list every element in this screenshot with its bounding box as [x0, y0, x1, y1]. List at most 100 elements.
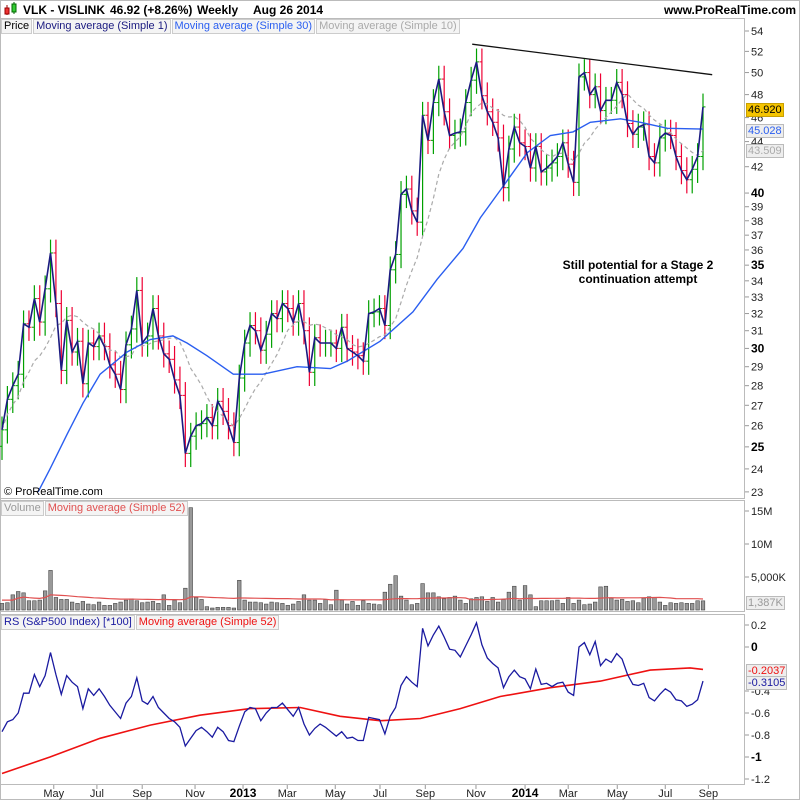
price-bar	[430, 89, 436, 155]
price-axis-label: 37	[751, 230, 763, 242]
price-bar	[188, 422, 194, 468]
copyright: © ProRealTime.com	[4, 486, 103, 498]
volume-bar	[328, 604, 334, 611]
price-bar	[269, 300, 275, 348]
date-axis-label: Mar	[559, 788, 578, 800]
volume-bar	[636, 602, 641, 611]
volume-bar	[80, 601, 85, 611]
price-axis-label: 39	[751, 202, 763, 214]
price-bar	[96, 322, 102, 361]
volume-bar	[323, 599, 328, 611]
date-axis-label: 2014	[512, 786, 539, 800]
price-axis-label: 25	[751, 440, 765, 454]
price-bar	[107, 333, 113, 379]
volume-bar	[609, 597, 614, 611]
volume-bar	[625, 601, 630, 611]
volume-bar	[415, 603, 420, 611]
rs-panel-frame	[0, 614, 745, 785]
volume-bar	[237, 579, 242, 611]
price-axis-label: 34	[751, 276, 763, 288]
rs-axis-label: 0.2	[751, 620, 766, 632]
volume-bar	[690, 603, 695, 611]
legend-volume-ma52[interactable]: Moving average (Simple 52)	[44, 501, 189, 516]
price-bar	[312, 324, 318, 386]
volume-bar	[485, 601, 490, 611]
volume-bar	[129, 598, 134, 611]
volume-bar	[371, 603, 377, 611]
price-axis-label: 27	[751, 400, 763, 412]
volume-bar	[258, 602, 263, 611]
chart-annotation: Still potential for a Stage 2 continuati…	[548, 258, 728, 286]
volume-bar	[668, 602, 673, 611]
volume-bar	[582, 604, 587, 611]
volume-bar	[528, 594, 533, 611]
volume-bar	[620, 599, 625, 611]
price-bar	[123, 331, 129, 404]
date-axis-label: Jul	[90, 788, 104, 800]
volume-bar	[16, 591, 21, 611]
price-bar	[409, 175, 415, 225]
resistance-trendline	[472, 43, 713, 76]
volume-bar	[161, 594, 166, 611]
rs-axis-label: 0	[751, 640, 758, 654]
volume-bar	[107, 605, 112, 611]
volume-bar	[673, 603, 679, 611]
volume-bar	[194, 597, 199, 611]
volume-bar	[495, 601, 501, 611]
legend-price[interactable]: Price	[1, 19, 33, 34]
price-axis-label: 40	[751, 186, 765, 200]
legend-rs-ma52[interactable]: Moving average (Simple 52)	[135, 615, 280, 630]
volume-bar	[576, 599, 582, 611]
date-axis-label: May	[607, 788, 628, 800]
legend-ma30[interactable]: Moving average (Simple 30)	[171, 19, 316, 34]
rs-axis-label: -1	[751, 750, 762, 764]
volume-bar	[140, 602, 145, 611]
price-bar	[85, 329, 91, 398]
volume-bar	[307, 599, 312, 611]
price-axis-label: 33	[751, 292, 763, 304]
volume-bar	[70, 601, 75, 611]
volume-bar	[695, 600, 700, 611]
legend-ma10[interactable]: Moving average (Simple 10)	[316, 19, 460, 34]
volume-bar	[544, 600, 549, 611]
annotation-line-1: Still potential for a Stage 2	[562, 258, 714, 272]
volume-bar	[339, 599, 344, 611]
volume-bar	[91, 604, 96, 611]
volume-bar	[199, 599, 204, 611]
date-axis-label: Sep	[132, 788, 152, 800]
volume-bar	[242, 599, 247, 611]
price-legend: Price Moving average (Simple 1) Moving a…	[1, 19, 461, 34]
volume-bar	[593, 601, 598, 611]
volume-bar	[366, 603, 371, 611]
date-axis-label: Jul	[373, 788, 387, 800]
volume-axis-label: 10M	[751, 539, 772, 551]
price-axis-label: 28	[751, 381, 763, 393]
volume-bar	[253, 601, 258, 611]
legend-volume[interactable]: Volume	[1, 501, 44, 516]
price-bar	[511, 113, 517, 163]
volume-bar	[285, 605, 290, 611]
date-axis-label: Nov	[466, 788, 486, 800]
price-bar	[193, 412, 199, 450]
volume-bar	[226, 607, 231, 611]
legend-ma1[interactable]: Moving average (Simple 1)	[33, 19, 171, 34]
volume-bar	[145, 601, 150, 611]
legend-rs[interactable]: RS (S&P500 Index) [*100]	[1, 615, 135, 630]
price-bar	[587, 59, 593, 109]
volume-bar	[312, 599, 317, 611]
rs-line	[1, 620, 704, 748]
rs-value-tag: -0.3105	[746, 676, 788, 690]
chart-canvas[interactable]: 2324252627282930313233343536373839404244…	[0, 0, 800, 800]
volume-bar	[566, 597, 571, 611]
volume-bar	[118, 601, 123, 611]
volume-bar	[5, 602, 10, 611]
volume-bar	[10, 594, 15, 611]
volume-bar	[517, 599, 522, 611]
volume-bar	[280, 603, 285, 611]
price-bar	[554, 143, 560, 177]
volume-bar	[684, 603, 689, 611]
volume-bar	[420, 583, 425, 611]
volume-bar	[431, 592, 436, 611]
price-axis-label: 48	[751, 90, 763, 102]
volume-bar	[436, 596, 441, 611]
